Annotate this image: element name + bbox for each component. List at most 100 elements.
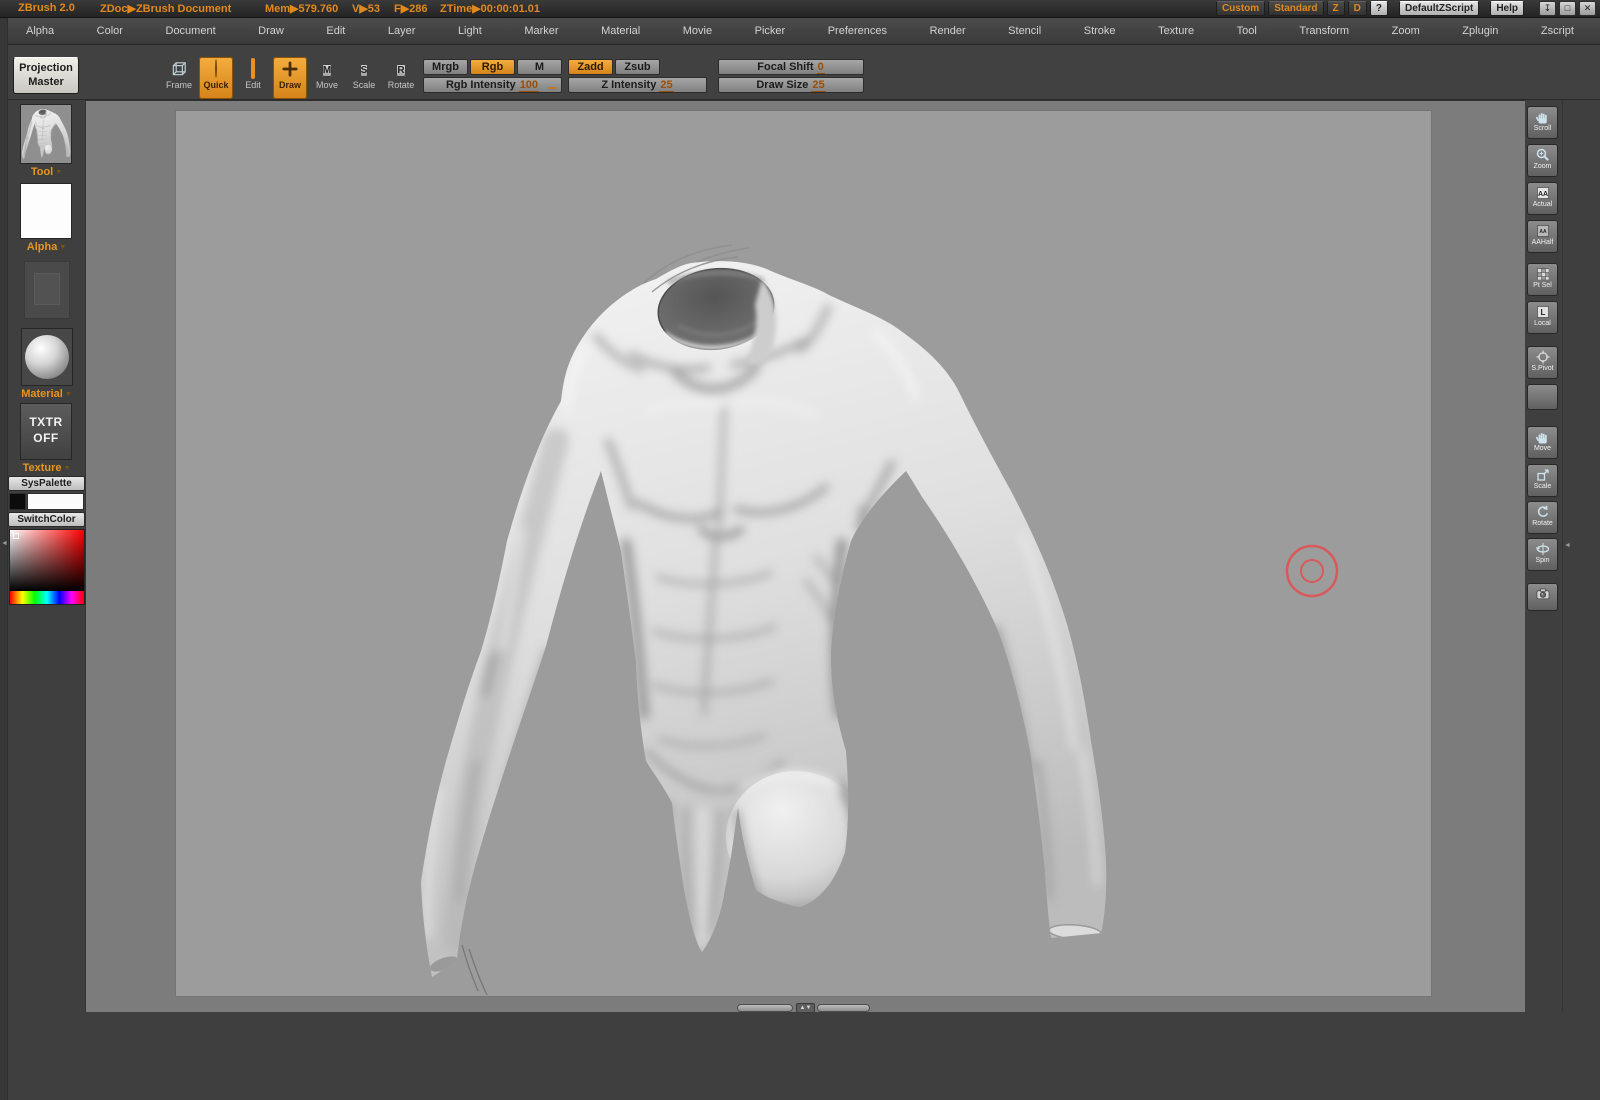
canvas-scroll-right-bar[interactable] [817,1004,870,1012]
edit-button[interactable]: Edit [236,57,270,99]
menu-preferences[interactable]: Preferences [828,25,887,37]
m-button[interactable]: M [517,59,562,75]
zadd-button[interactable]: Zadd [568,59,613,75]
mrgb-button[interactable]: Mrgb [423,59,468,75]
right-tool-scroll[interactable]: Scroll [1527,106,1558,139]
disabled-thumbnail-inner [34,273,60,305]
scale-icon [1536,469,1549,481]
move-hand-icon [1535,433,1547,444]
focal-shift-slider[interactable]: Focal Shift 0 [718,59,864,75]
menu-edit[interactable]: Edit [326,25,345,37]
s-letter-icon: S [359,64,369,77]
z-intensity-slider[interactable]: Z Intensity 25 [568,77,707,93]
svg-text:AA: AA [1539,229,1547,235]
standard-ui-button[interactable]: Standard [1268,1,1324,16]
right-tray-collapse-arrow[interactable]: ◄ [1564,542,1571,549]
menu-texture[interactable]: Texture [1158,25,1194,37]
menu-stencil[interactable]: Stencil [1008,25,1041,37]
canvas-scroll-left-bar[interactable] [737,1004,793,1012]
canvas-area[interactable]: ▲▼ [85,100,1525,1013]
close-icon[interactable]: ✕ [1579,1,1596,16]
menu-movie[interactable]: Movie [683,25,712,37]
quick-help-button[interactable]: ? [1369,1,1388,16]
txtr-off-button[interactable]: TXTR OFF [20,403,72,460]
menu-zscript[interactable]: Zscript [1541,25,1574,37]
menu-material[interactable]: Material [601,25,640,37]
default-zscript-button[interactable]: DefaultZScript [1398,1,1480,16]
top-shelf: Projection Master Frame Quick Edit Draw … [0,45,1600,100]
help-button[interactable]: Help [1490,1,1524,16]
tool-label[interactable]: Tool ▼ [8,166,85,178]
menu-document[interactable]: Document [166,25,216,37]
menu-light[interactable]: Light [458,25,482,37]
right-tool-spin[interactable]: Spin [1527,538,1558,571]
alpha-label[interactable]: Alpha ▼ [8,241,85,253]
right-tool-blank[interactable] [1527,384,1558,410]
main-color-swatch[interactable] [27,493,84,510]
menu-draw[interactable]: Draw [258,25,284,37]
menu-tool[interactable]: Tool [1237,25,1257,37]
custom-ui-button[interactable]: Custom [1215,1,1266,16]
m-letter-icon: M [321,64,333,77]
right-tool-spivot[interactable]: S.Pivot [1527,346,1558,379]
menu-stroke[interactable]: Stroke [1084,25,1116,37]
window-shade-icon[interactable]: ↧ [1539,1,1556,16]
right-tool-scale[interactable]: Scale [1527,464,1558,497]
right-tool-aahalf[interactable]: AA AAHalf [1527,220,1558,253]
color-picker[interactable] [9,529,85,605]
right-tool-local[interactable]: L Local [1527,301,1558,334]
menu-transform[interactable]: Transform [1299,25,1349,37]
right-tool-ptsel[interactable]: Pt Sel [1527,263,1558,296]
magnifier-icon [1536,148,1549,162]
move-button[interactable]: M Move [310,57,344,99]
rotate-button[interactable]: R Rotate [384,57,418,99]
right-tool-zoom[interactable]: Zoom [1527,144,1558,177]
texture-label[interactable]: Texture ▼ [8,462,85,474]
menu-zplugin[interactable]: Zplugin [1462,25,1498,37]
secondary-color-swatch[interactable] [9,493,26,510]
maximize-icon[interactable]: □ [1559,1,1576,16]
right-tool-rotate[interactable]: Rotate [1527,501,1558,534]
cube-icon [172,62,186,76]
draw-button[interactable]: Draw [273,57,307,99]
rgb-intensity-slider[interactable]: Rgb Intensity 100 [423,77,562,93]
menu-picker[interactable]: Picker [755,25,786,37]
frame-button[interactable]: Frame [162,57,196,99]
menu-zoom[interactable]: Zoom [1392,25,1420,37]
switchcolor-button[interactable]: SwitchColor [8,512,85,527]
scale-button[interactable]: S Scale [347,57,381,99]
draw-size-slider[interactable]: Draw Size 25 [718,77,864,93]
chevron-down-icon: ▼ [55,169,63,176]
sculpted-torso [421,244,1107,996]
right-tool-actual[interactable]: AA Actual [1527,182,1558,215]
z-toggle-button[interactable]: Z [1326,1,1345,16]
zsub-button[interactable]: Zsub [615,59,660,75]
hue-bar[interactable] [10,591,84,604]
chevron-down-icon: ▼ [63,465,71,472]
color-picker-marker [13,533,19,539]
right-tool-snapshot[interactable] [1527,583,1558,611]
document-canvas[interactable] [176,111,1431,996]
saturation-value-square[interactable] [10,530,84,591]
disabled-thumbnail [24,261,70,319]
syspalette-button[interactable]: SysPalette [8,476,85,491]
quick-button[interactable]: Quick [199,57,233,99]
aa-half-icon: AA [1536,225,1549,237]
canvas-scroll-arrows[interactable]: ▲▼ [796,1003,815,1013]
rgb-button[interactable]: Rgb [470,59,515,75]
menu-alpha[interactable]: Alpha [26,25,54,37]
menu-color[interactable]: Color [97,25,123,37]
right-tool-move[interactable]: Move [1527,426,1558,459]
alpha-thumbnail[interactable] [20,183,72,239]
material-label[interactable]: Material ▼ [8,388,85,400]
menu-marker[interactable]: Marker [524,25,558,37]
projection-master-button[interactable]: Projection Master [13,57,79,94]
menu-render[interactable]: Render [930,25,966,37]
hand-icon [1535,113,1547,124]
tool-thumbnail[interactable] [20,104,72,164]
sculpt-viewport[interactable] [176,111,1431,996]
menu-layer[interactable]: Layer [388,25,416,37]
material-thumbnail[interactable] [21,328,73,386]
left-tray-collapse-arrow[interactable]: ◄ [1,540,8,547]
d-toggle-button[interactable]: D [1347,1,1367,16]
